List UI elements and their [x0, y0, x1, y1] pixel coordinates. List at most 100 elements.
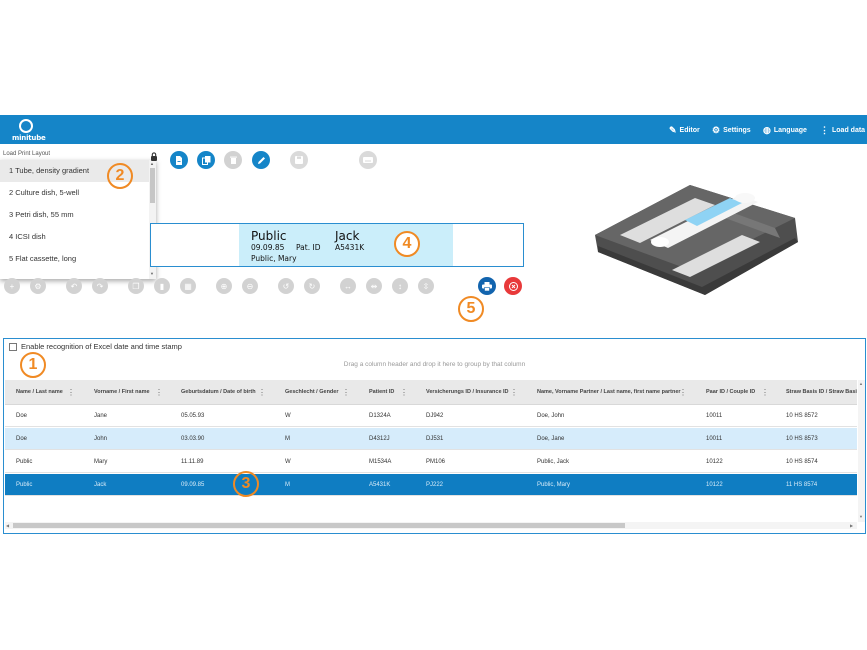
cell-straw-basis-id: 10 HS 8574 — [786, 459, 818, 465]
scroll-down-arrow-icon[interactable]: ▼ — [150, 271, 154, 276]
zoom-in-button[interactable]: ⊕ — [216, 278, 232, 294]
column-menu-icon[interactable]: ⋮ — [679, 380, 687, 404]
cell-insurance-id: DJ942 — [426, 413, 444, 419]
trash-icon — [229, 156, 237, 164]
nav-editor-label: Editor — [679, 126, 700, 134]
layout-option-3[interactable]: 3 Petri dish, 55 mm — [0, 204, 149, 226]
logo-ring-icon — [19, 119, 33, 133]
delete-layout-button[interactable] — [224, 151, 242, 169]
nav-load-data[interactable]: ⋮ Load data — [820, 123, 865, 137]
layout-option-4[interactable]: 4 ICSI dish — [0, 226, 149, 248]
column-header-insurance-id[interactable]: Versicherungs ID / Insurance ID — [415, 380, 524, 404]
delete-element-button[interactable]: ▮ — [154, 278, 170, 294]
column-menu-icon[interactable]: ⋮ — [342, 380, 350, 404]
grid-horizontal-scrollbar[interactable]: ◀ ▶ — [5, 522, 857, 529]
cell-gender: W — [285, 413, 291, 419]
cell-patient-id: D1324A — [369, 413, 391, 419]
pencil-icon: ✎ — [669, 124, 677, 135]
add-element-button[interactable]: + — [4, 278, 20, 294]
column-menu-icon[interactable]: ⋮ — [510, 380, 518, 404]
cell-date-of-birth: 11.11.89 — [181, 459, 204, 465]
nav-editor[interactable]: ✎ Editor — [669, 123, 700, 137]
copy-icon — [201, 155, 210, 165]
cell-patient-id: A5431K — [369, 482, 391, 488]
cell-straw-basis-id: 10 HS 8573 — [786, 436, 818, 442]
minitube-logo[interactable]: minitube — [12, 119, 46, 143]
scroll-up-arrow-icon[interactable]: ▲ — [859, 381, 863, 386]
keyboard-icon — [363, 157, 373, 163]
scroll-down-arrow-icon[interactable]: ▼ — [859, 514, 863, 519]
save-layout-button[interactable] — [290, 151, 308, 169]
cell-date-of-birth: 03.03.90 — [181, 436, 205, 442]
edit-layout-button[interactable] — [252, 151, 270, 169]
nav-language[interactable]: ◍ Language — [763, 123, 807, 137]
cell-partner-name: Public, Jack — [537, 459, 570, 465]
cell-first-name: Jack — [94, 482, 107, 488]
element-settings-button[interactable]: ⚙ — [30, 278, 46, 294]
label-preview[interactable]: Public Jack 09.09.85 Pat. ID A5431K Publ… — [150, 223, 524, 267]
label-cell[interactable]: Public Jack 09.09.85 Pat. ID A5431K Publ… — [239, 224, 453, 266]
table-row[interactable]: Doe Jane 05.05.93 W D1324A DJ942 Doe, Jo… — [5, 405, 857, 427]
cancel-print-button[interactable] — [504, 277, 522, 295]
arrows-vertical-icon: ↕ — [398, 281, 402, 291]
excel-date-recognition-label: Enable recognition of Excel date and tim… — [21, 342, 182, 351]
print-button[interactable] — [478, 277, 496, 295]
rotate-right-button[interactable]: ↻ — [304, 278, 320, 294]
cell-insurance-id: PM106 — [426, 459, 446, 465]
column-header-straw-basis-id[interactable]: Straw Basis ID / Straw Basic — [775, 380, 857, 404]
label-partner: Public, Mary — [251, 254, 297, 263]
align-horizontal-button[interactable]: ↔ — [340, 278, 356, 294]
table-row-selected[interactable]: Public Jack 09.09.85 M A5431K PJ222 Publ… — [5, 474, 857, 496]
dropdown-scroll-thumb[interactable] — [150, 168, 155, 203]
cell-patient-id: D4312J — [369, 436, 390, 442]
keyboard-button[interactable] — [359, 151, 377, 169]
column-menu-icon[interactable]: ⋮ — [761, 380, 769, 404]
stretch-horizontal-button[interactable]: ⇹ — [366, 278, 382, 294]
column-menu-icon[interactable]: ⋮ — [155, 380, 163, 404]
flat-cassette-device-image — [595, 185, 798, 295]
layout-option-5[interactable]: 5 Flat cassette, long — [0, 248, 149, 270]
cell-first-name: John — [94, 436, 108, 442]
redo-button[interactable]: ↷ — [92, 278, 108, 294]
table-row[interactable]: Public Mary 11.11.89 W M1534A PM106 Publ… — [5, 451, 857, 473]
table-row[interactable]: Doe John 03.03.90 M D4312J DJ531 Doe, Ja… — [5, 428, 857, 450]
stretch-vertical-button[interactable]: ⇳ — [418, 278, 434, 294]
redo-icon: ↷ — [96, 281, 104, 291]
scroll-right-arrow-icon[interactable]: ▶ — [850, 523, 853, 528]
column-menu-icon[interactable]: ⋮ — [258, 380, 266, 404]
nav-settings-label: Settings — [723, 126, 751, 134]
trash-icon: ▮ — [159, 281, 165, 291]
checkbox-box[interactable] — [9, 342, 17, 351]
scroll-up-arrow-icon[interactable]: ▲ — [150, 161, 154, 166]
grid-header-row: Name / Last name ⋮ Vorname / First name … — [5, 380, 857, 405]
cell-gender: M — [285, 482, 290, 488]
more-vert-icon: ⋮ — [820, 124, 829, 135]
lock-icon[interactable] — [150, 152, 158, 161]
column-menu-icon[interactable]: ⋮ — [67, 380, 75, 404]
grid-vertical-scrollbar[interactable]: ▲ ▼ — [858, 380, 865, 522]
printer-icon — [482, 281, 492, 291]
align-vertical-button[interactable]: ↕ — [392, 278, 408, 294]
scroll-left-arrow-icon[interactable]: ◀ — [6, 523, 9, 528]
patient-data-grid: Enable recognition of Excel date and tim… — [3, 338, 866, 534]
callout-2: 2 — [107, 163, 133, 189]
copy-file-button[interactable] — [197, 151, 215, 169]
column-header-partner-name[interactable]: Name, Vorname Partner / Last name, first… — [526, 380, 694, 404]
copy-element-button[interactable]: ❐ — [128, 278, 144, 294]
rotate-left-button[interactable]: ↺ — [278, 278, 294, 294]
column-menu-icon[interactable]: ⋮ — [400, 380, 408, 404]
cell-gender: M — [285, 436, 290, 442]
undo-button[interactable]: ↶ — [66, 278, 82, 294]
excel-date-recognition-checkbox[interactable]: Enable recognition of Excel date and tim… — [9, 342, 182, 351]
logo-text: minitube — [12, 134, 46, 142]
cell-partner-name: Public, Mary — [537, 482, 571, 488]
undo-icon: ↶ — [70, 281, 78, 291]
nav-settings[interactable]: ⚙ Settings — [712, 123, 751, 137]
new-file-button[interactable] — [170, 151, 188, 169]
cell-first-name: Jane — [94, 413, 108, 419]
grid-horizontal-scroll-thumb[interactable] — [13, 523, 625, 528]
callout-1: 1 — [20, 352, 46, 378]
grid-toggle-button[interactable]: ▦ — [180, 278, 196, 294]
zoom-out-button[interactable]: ⊖ — [242, 278, 258, 294]
cell-insurance-id: DJ531 — [426, 436, 444, 442]
